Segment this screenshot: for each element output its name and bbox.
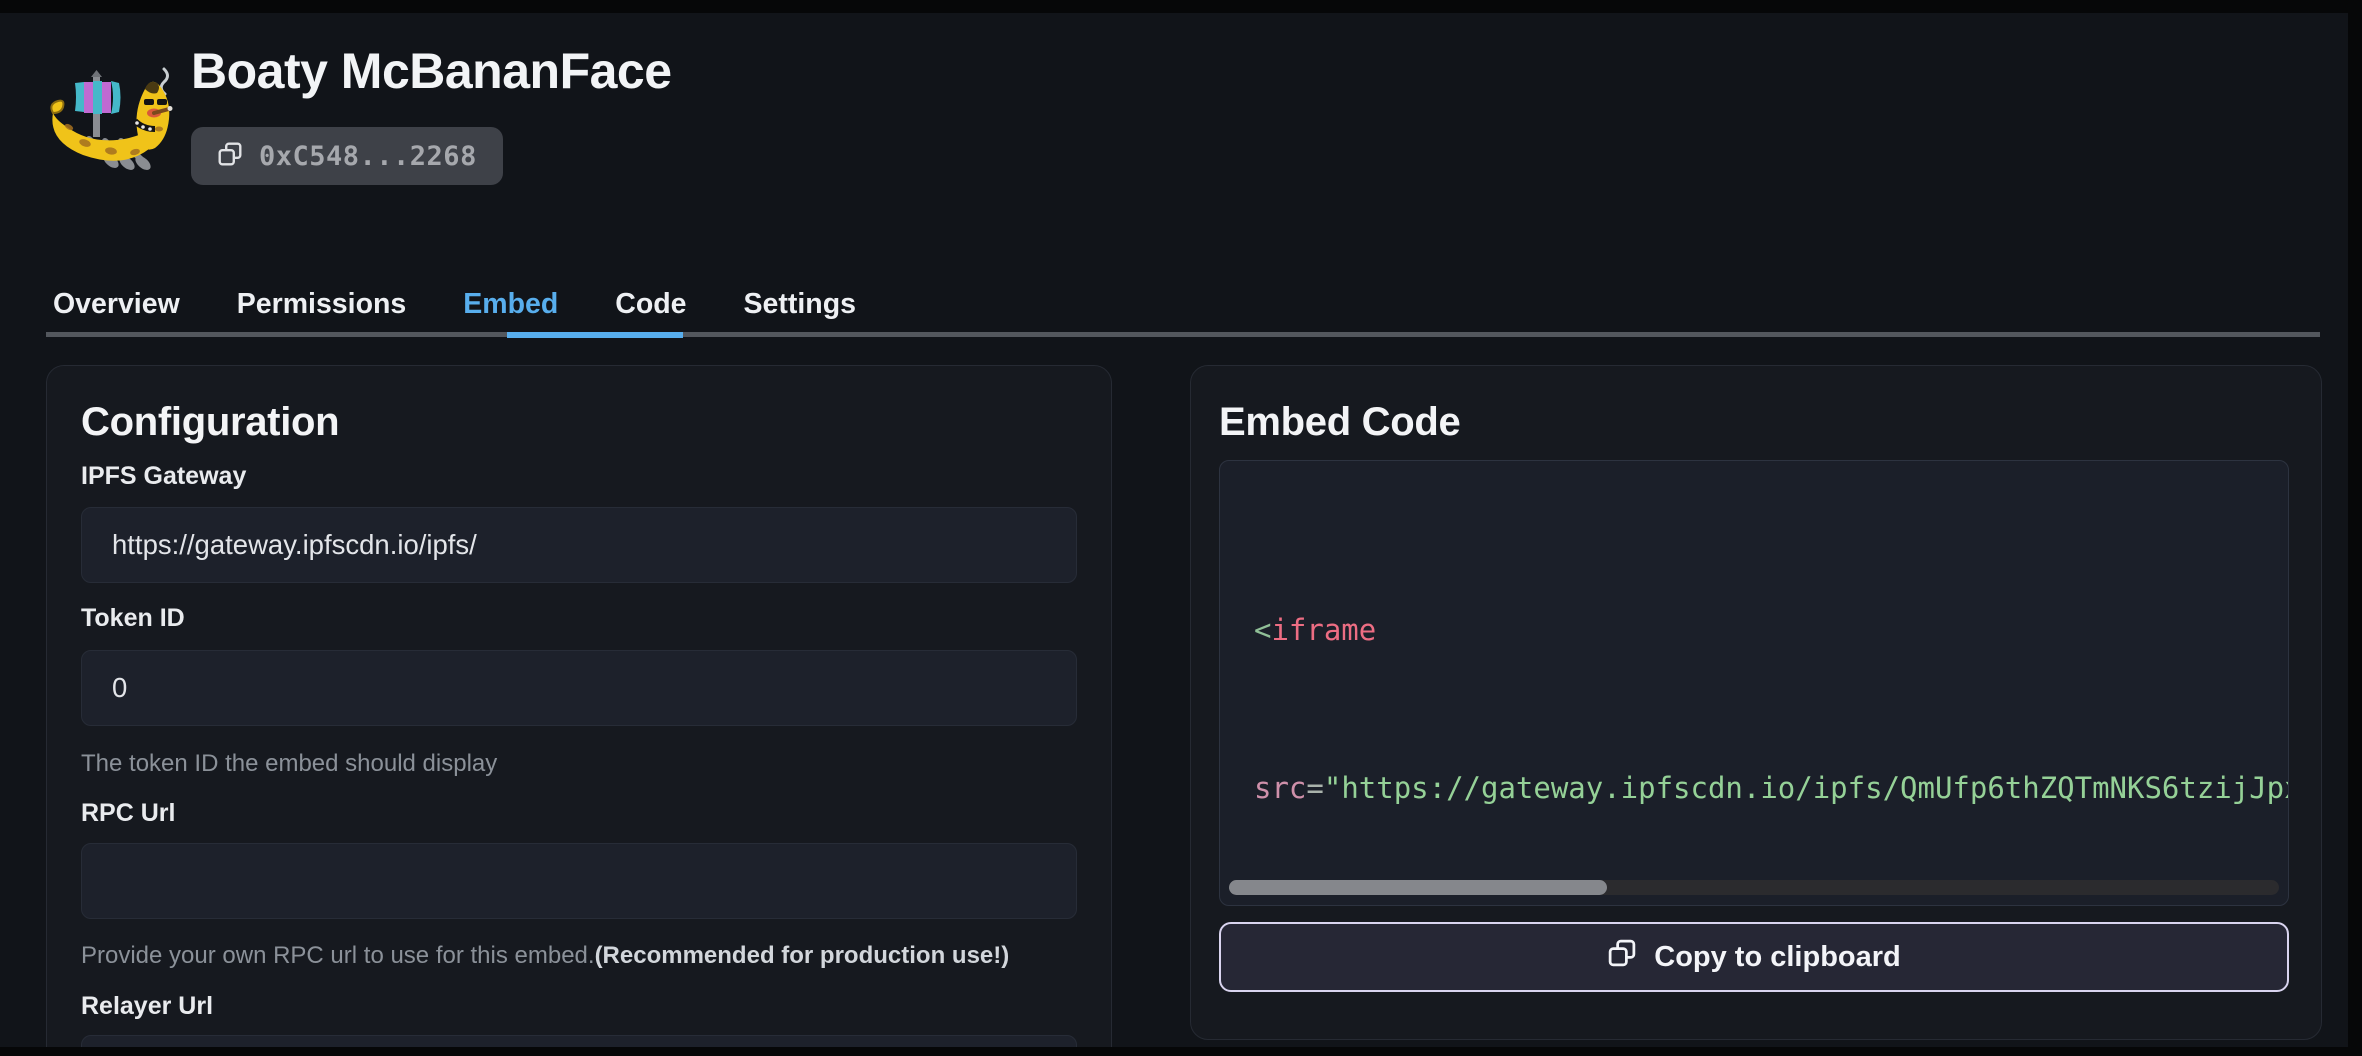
contract-address-badge[interactable]: 0xC548...2268	[191, 127, 503, 185]
token-id-label: Token ID	[81, 603, 1077, 633]
tab-permissions[interactable]: Permissions	[237, 288, 407, 321]
copy-icon	[1607, 938, 1637, 976]
tab-bar: Overview Permissions Embed Code Settings	[53, 281, 856, 327]
tab-divider	[46, 332, 2320, 337]
embed-code-title: Embed Code	[1219, 399, 2293, 446]
rpc-url-input[interactable]	[81, 843, 1077, 919]
copy-to-clipboard-button[interactable]: Copy to clipboard	[1219, 922, 2289, 992]
scrollbar-thumb[interactable]	[1229, 880, 1607, 895]
code-line: <iframe	[1254, 604, 2288, 657]
ipfs-gateway-input[interactable]	[81, 507, 1077, 583]
copy-button-label: Copy to clipboard	[1654, 941, 1901, 974]
rpc-url-label: RPC Url	[81, 798, 1077, 828]
token-id-helper: The token ID the embed should display	[81, 750, 1077, 778]
page-title: Boaty McBananFace	[191, 40, 672, 102]
ipfs-gateway-label: IPFS Gateway	[81, 461, 1077, 491]
embed-code-card: Embed Code <iframe src="https://gateway.…	[1190, 365, 2322, 1040]
tab-settings[interactable]: Settings	[744, 288, 856, 321]
configuration-card: Configuration IPFS Gateway Token ID The …	[46, 365, 1112, 1047]
page: Boaty McBananFace 0xC548...2268 Overview…	[0, 13, 2348, 1047]
banana-boat-logo	[45, 55, 173, 175]
rpc-url-helper-bold: (Recommended for production use!)	[595, 942, 1010, 969]
copy-icon	[217, 141, 243, 172]
configuration-title: Configuration	[81, 399, 1077, 446]
code-line: src="https://gateway.ipfscdn.io/ipfs/QmU…	[1254, 762, 2288, 815]
embed-code-block[interactable]: <iframe src="https://gateway.ipfscdn.io/…	[1219, 460, 2289, 906]
relayer-url-input[interactable]	[81, 1035, 1077, 1047]
horizontal-scrollbar[interactable]	[1229, 880, 2279, 895]
token-id-input[interactable]	[81, 650, 1077, 726]
relayer-url-label: Relayer Url	[81, 991, 1077, 1021]
contract-address: 0xC548...2268	[259, 141, 477, 172]
tab-overview[interactable]: Overview	[53, 288, 180, 321]
rpc-url-helper: Provide your own RPC url to use for this…	[81, 942, 1077, 970]
tab-code[interactable]: Code	[615, 288, 686, 321]
tab-embed[interactable]: Embed	[463, 288, 558, 321]
embed-code-text: <iframe src="https://gateway.ipfscdn.io/…	[1220, 461, 2288, 906]
active-tab-indicator	[507, 332, 683, 338]
